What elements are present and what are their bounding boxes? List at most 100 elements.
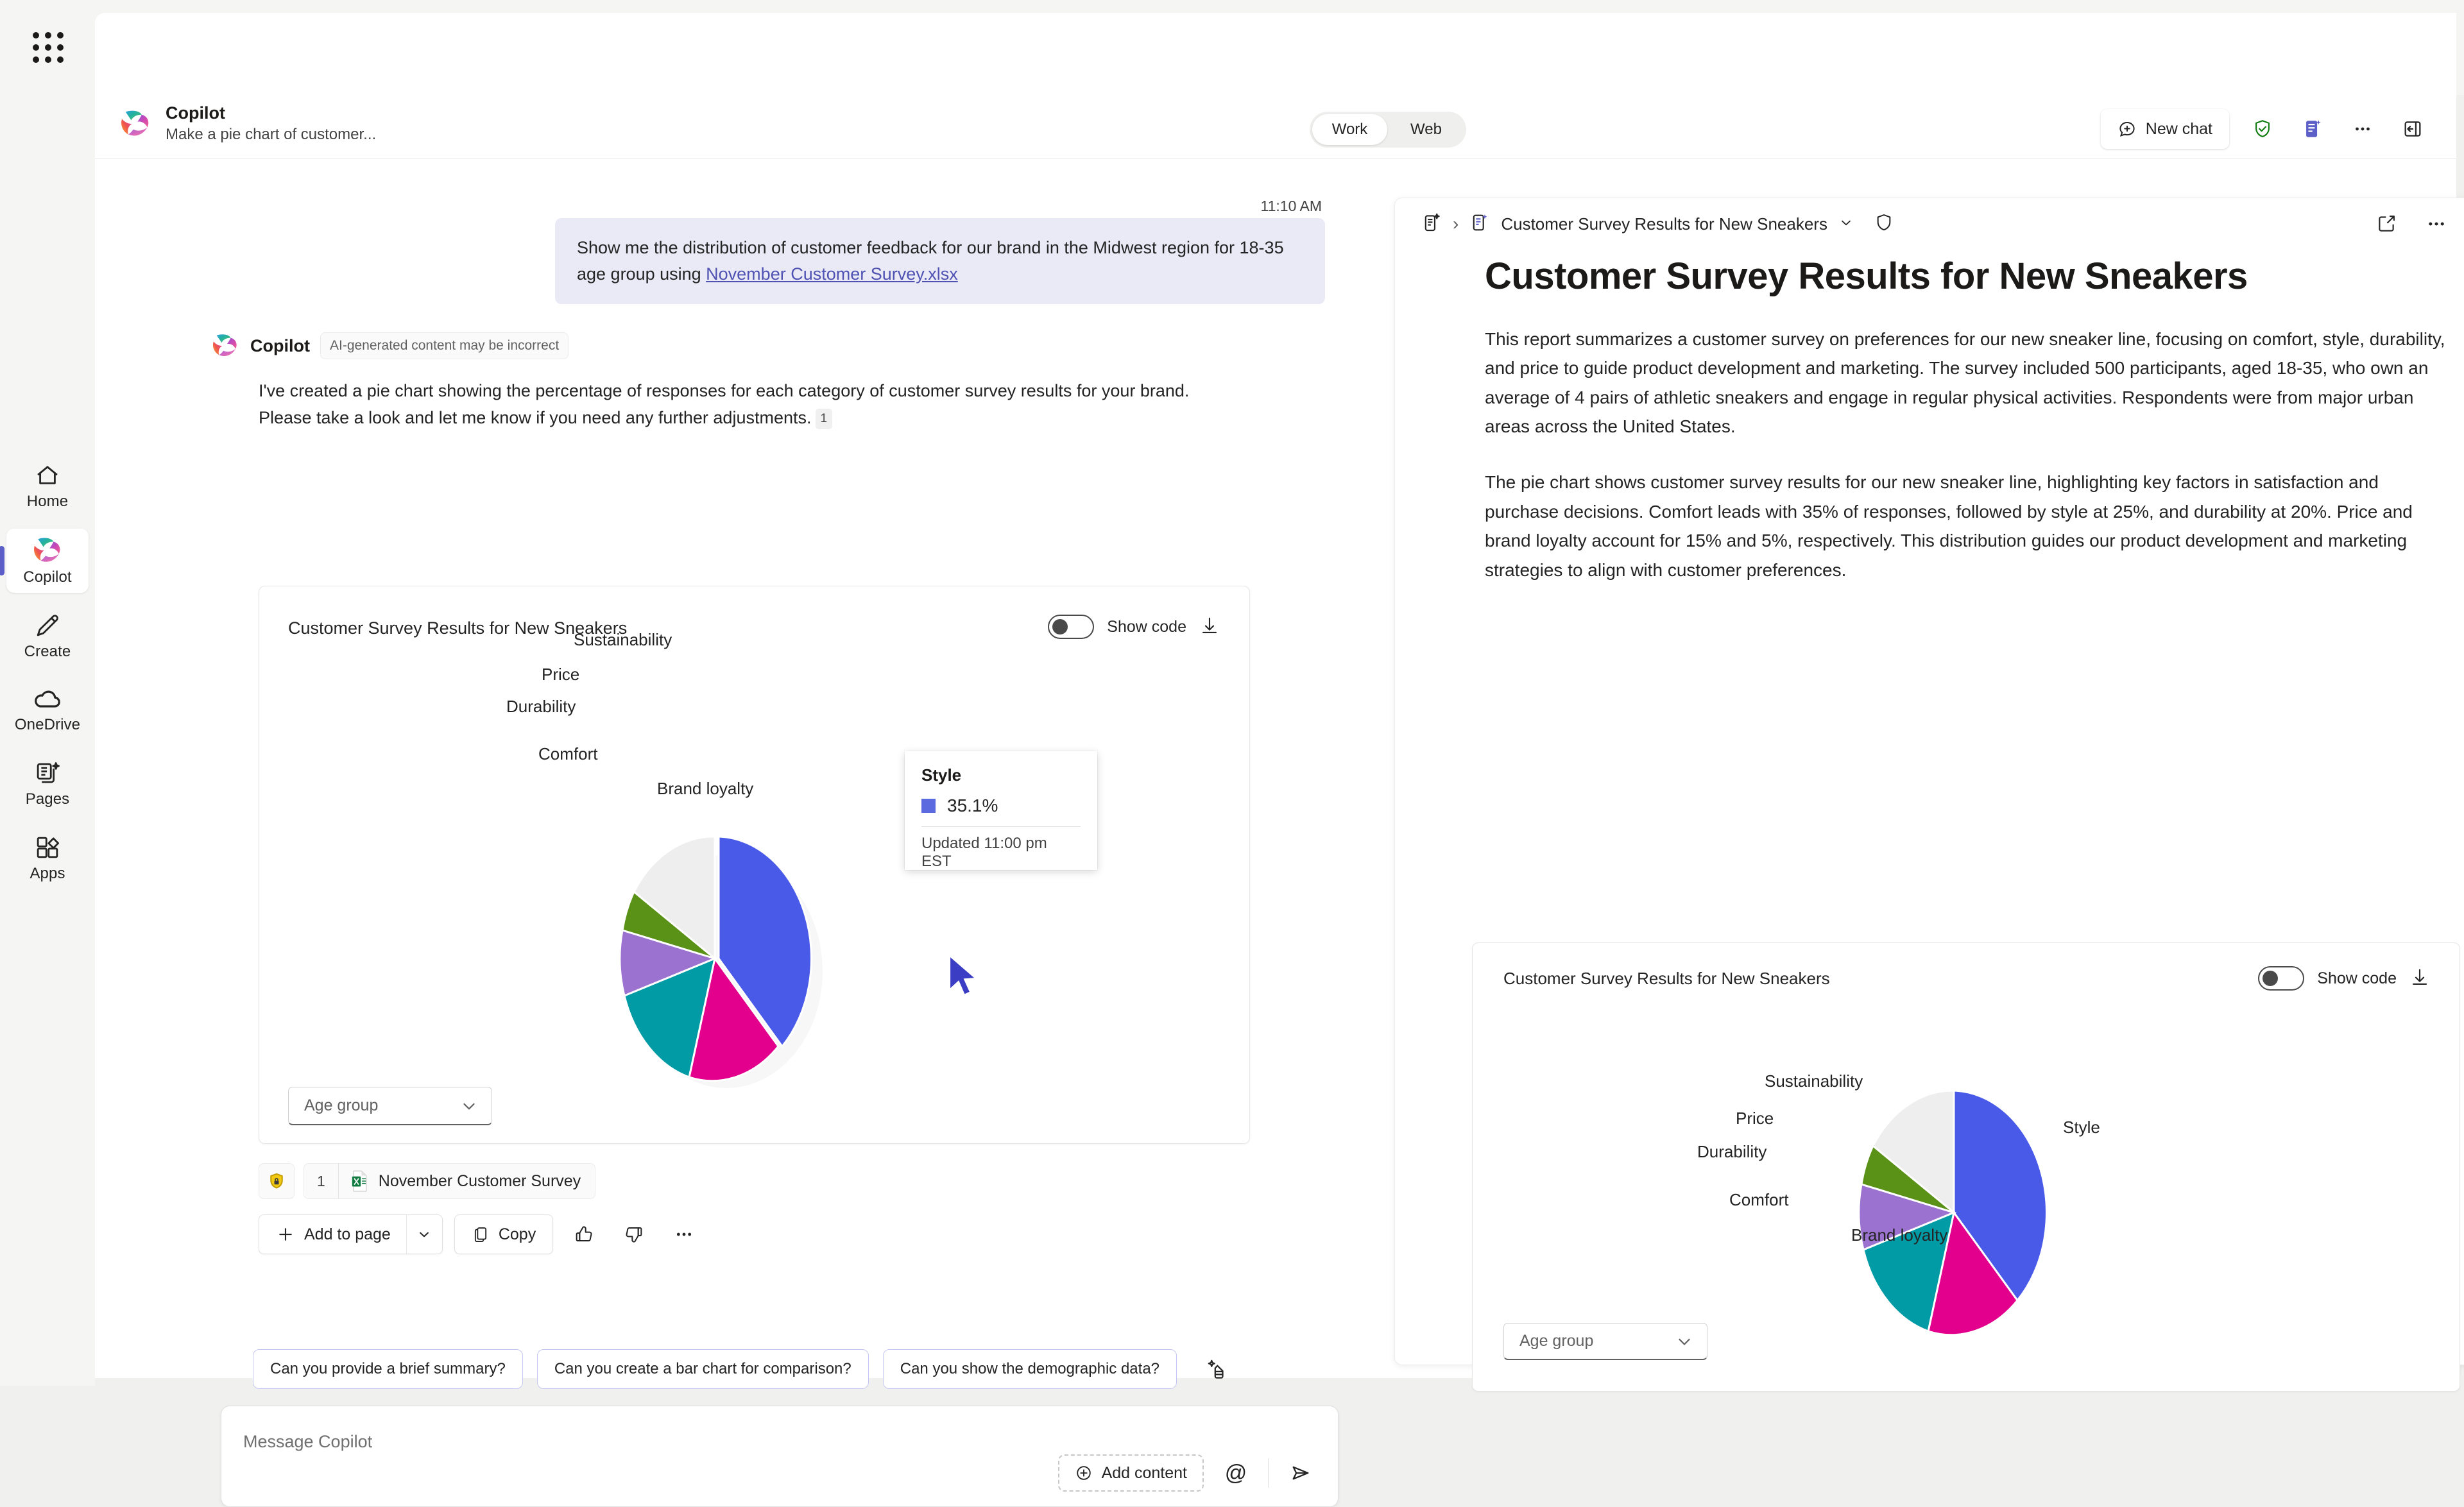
cloud-icon — [35, 690, 60, 708]
sidebar-item-home[interactable]: Home — [6, 454, 89, 517]
pie-slices — [619, 835, 812, 1082]
sidebar-item-copilot[interactable]: Copilot — [6, 529, 89, 593]
add-content-label: Add content — [1101, 1463, 1187, 1482]
tooltip-title: Style — [921, 765, 962, 785]
add-to-page-main[interactable]: Add to page — [276, 1225, 406, 1244]
chevron-down-icon — [1679, 1338, 1690, 1345]
citation-marker[interactable]: 1 — [815, 409, 833, 429]
shield-lock-icon[interactable] — [259, 1163, 295, 1199]
citation-file-name: November Customer Survey — [378, 1171, 581, 1190]
home-icon — [37, 466, 58, 484]
document-body: Customer Survey Results for New Sneakers… — [1395, 255, 2464, 584]
message-timestamp: 11:10 AM — [1260, 198, 1322, 214]
document-panel: › Customer Survey Results for New Sneake… — [1394, 198, 2464, 1392]
add-content-button[interactable]: Add content — [1057, 1454, 1204, 1492]
left-nav-rail: Home Copilot Create OneDrive Pages Apps — [0, 95, 95, 1386]
assistant-name: Copilot — [250, 336, 310, 355]
composer-tools: Add content @ — [1057, 1454, 1320, 1492]
chart-card: Customer Survey Results for New Sneakers… — [259, 586, 1250, 1144]
suggestion-chip[interactable]: Can you show the demographic data? — [882, 1349, 1177, 1389]
document-panel-header: › Customer Survey Results for New Sneake… — [1395, 198, 2464, 250]
sidebar-item-create[interactable]: Create — [6, 604, 89, 667]
user-message: Show me the distribution of customer fee… — [555, 218, 1325, 305]
sidebar-item-label: Pages — [25, 790, 70, 808]
tooltip-value-row: 35.1% — [921, 796, 1081, 816]
suggestion-chips: Can you provide a brief summary? Can you… — [253, 1349, 1233, 1389]
citation-pill[interactable]: 1 November Customer Survey — [304, 1163, 596, 1199]
add-to-page-button[interactable]: Add to page — [259, 1214, 443, 1254]
shield-icon[interactable] — [1874, 212, 1894, 236]
more-options-icon[interactable] — [2346, 112, 2379, 146]
thumbs-down-icon[interactable] — [615, 1215, 653, 1254]
pie-chart: Sustainability Price Durability Comfort … — [259, 586, 1249, 1143]
chat-conversation: 11:10 AM Show me the distribution of cus… — [95, 166, 1378, 1507]
tooltip-updated: Updated 11:00 pm EST — [921, 835, 1047, 870]
chat-header-actions: New chat — [2100, 109, 2429, 149]
toggle-panel-icon[interactable] — [2396, 112, 2429, 146]
chat-header-texts: Copilot Make a pie chart of customer... — [166, 103, 376, 144]
assistant-header: Copilot AI-generated content may be inco… — [210, 332, 569, 359]
sidebar-item-pages[interactable]: Pages — [6, 752, 89, 815]
tab-work[interactable]: Work — [1312, 114, 1387, 145]
share-icon[interactable] — [2370, 207, 2403, 241]
mention-icon[interactable]: @ — [1217, 1454, 1255, 1492]
add-to-page-caret[interactable] — [406, 1215, 442, 1254]
sidebar-item-apps[interactable]: Apps — [6, 826, 89, 889]
chevron-down-icon[interactable] — [1838, 214, 1854, 234]
pages-sparkle-icon[interactable] — [1421, 212, 1442, 237]
composer-placeholder: Message Copilot — [243, 1432, 373, 1451]
attached-file-link[interactable]: November Customer Survey.xlsx — [706, 264, 958, 284]
copy-label: Copy — [498, 1225, 536, 1243]
waffle-dot — [45, 44, 51, 51]
pie-label-comfort: Comfort — [538, 744, 598, 763]
apps-icon — [37, 837, 60, 858]
citation-number: 1 — [304, 1163, 339, 1199]
document-age-group-filter-label: Age group — [1519, 1332, 1594, 1350]
assistant-message-text: I've created a pie chart showing the per… — [259, 381, 1190, 428]
thumbs-up-icon[interactable] — [565, 1215, 603, 1254]
waffle-dot — [45, 32, 51, 38]
tooltip-value: 35.1% — [947, 796, 998, 815]
new-chat-button[interactable]: New chat — [2100, 109, 2229, 149]
pie-label-sustainability: Sustainability — [1765, 1071, 1863, 1091]
mode-toggle[interactable]: Work Web — [1310, 112, 1466, 148]
pie-label-brand-loyalty: Brand loyalty — [657, 779, 754, 798]
document-chart-card: Customer Survey Results for New Sneakers… — [1472, 942, 2460, 1392]
copilot-icon — [34, 538, 60, 562]
message-composer[interactable]: Message Copilot Add content @ — [221, 1406, 1339, 1507]
sidebar-item-label: Apps — [30, 865, 65, 882]
main-canvas: Copilot Make a pie chart of customer... … — [95, 13, 2464, 1507]
copy-button[interactable]: Copy — [454, 1214, 554, 1254]
suggestion-chip[interactable]: Can you provide a brief summary? — [253, 1349, 523, 1389]
document-heading: Customer Survey Results for New Sneakers — [1485, 255, 2248, 297]
age-group-filter[interactable]: Age group — [288, 1087, 492, 1125]
more-options-icon[interactable] — [665, 1215, 703, 1254]
app-launcher-icon[interactable] — [30, 29, 67, 66]
send-icon[interactable] — [1281, 1454, 1320, 1492]
plus-icon — [279, 1228, 292, 1241]
suggestion-chip[interactable]: Can you create a bar chart for compariso… — [536, 1349, 869, 1389]
tab-web[interactable]: Web — [1389, 114, 1464, 145]
chevron-down-icon — [420, 1232, 429, 1238]
copilot-icon — [212, 334, 237, 357]
pie-slices — [1858, 1089, 2048, 1336]
excel-icon — [352, 1170, 367, 1192]
pie-label-durability: Durability — [506, 697, 576, 716]
sidebar-item-onedrive[interactable]: OneDrive — [6, 679, 89, 740]
pages-sparkle-icon[interactable] — [2296, 112, 2329, 146]
page-title: Copilot — [166, 103, 225, 123]
age-group-filter-label: Age group — [304, 1096, 379, 1114]
sidebar-item-label: OneDrive — [14, 716, 81, 733]
mouse-cursor — [948, 953, 979, 996]
document-paragraph-1: This report summarizes a customer survey… — [1485, 329, 2445, 437]
shield-protected-icon[interactable] — [2246, 112, 2279, 146]
document-age-group-filter[interactable]: Age group — [1503, 1323, 1707, 1360]
pie-chart-svg — [619, 835, 812, 1082]
document-sparkle-icon[interactable] — [1469, 212, 1491, 237]
magic-wand-icon[interactable] — [1199, 1352, 1233, 1386]
document-panel-title: Customer Survey Results for New Sneakers — [1501, 214, 1827, 234]
assistant-message: I've created a pie chart showing the per… — [259, 377, 1221, 431]
waffle-dot — [33, 44, 39, 51]
new-chat-icon — [2119, 121, 2135, 137]
more-options-icon[interactable] — [2420, 207, 2453, 241]
